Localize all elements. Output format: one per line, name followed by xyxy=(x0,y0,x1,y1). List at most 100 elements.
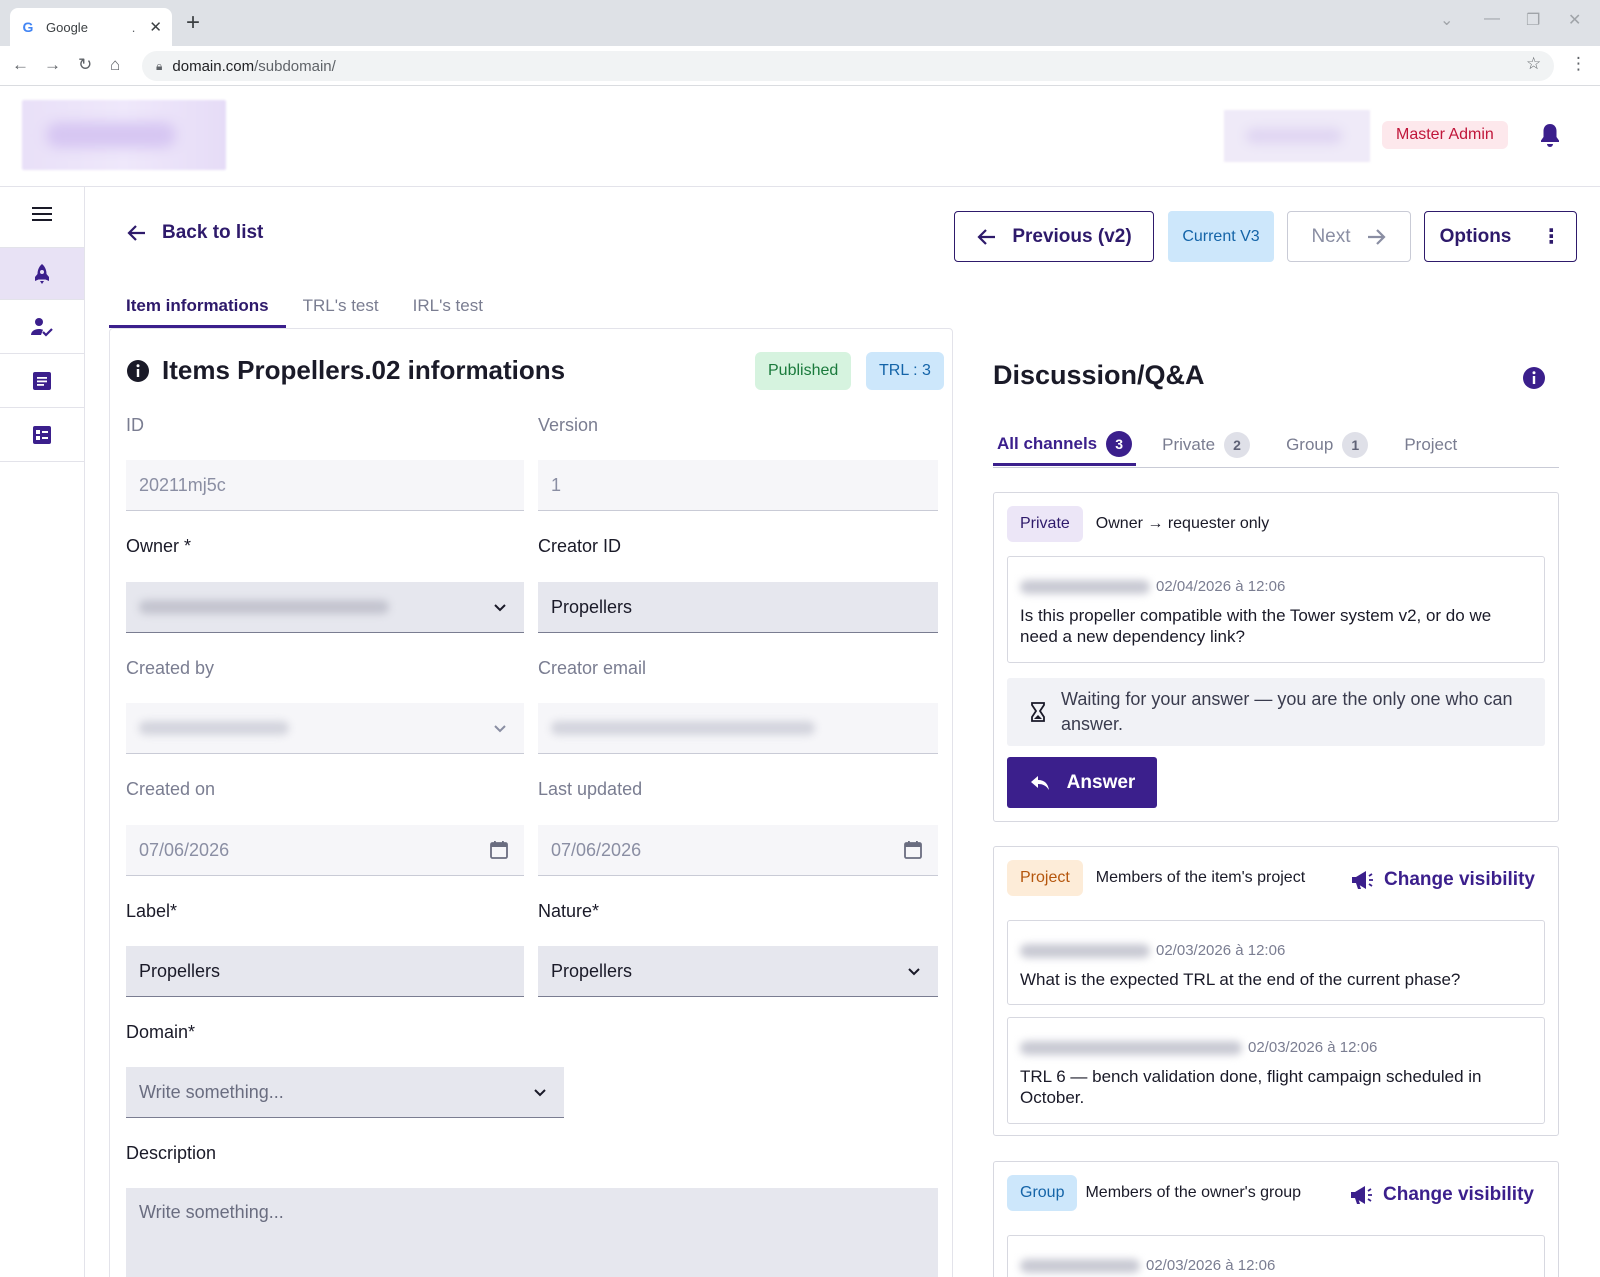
tab-item-informations[interactable]: Item informations xyxy=(109,290,286,328)
browser-tab[interactable]: G Google . ✕ xyxy=(10,8,172,46)
back-to-list-link[interactable]: Back to list xyxy=(126,222,263,244)
rail-item-checklist[interactable] xyxy=(0,409,84,462)
visibility-description: Owner → requester only xyxy=(1095,515,1270,532)
side-rail xyxy=(0,187,85,1277)
next-version-button[interactable]: Next xyxy=(1287,211,1411,262)
back-to-list-label: Back to list xyxy=(162,222,264,243)
thread-header: Project Members of the item's project xyxy=(1007,860,1305,896)
address-bar[interactable]: 🔒︎ domain.com/subdomain/ xyxy=(142,51,1554,81)
message-meta: 02/03/2026 à 12:06 xyxy=(1020,1257,1532,1274)
domain-placeholder: Write something... xyxy=(139,1081,284,1102)
thread-header: Private Owner → requester only xyxy=(1007,506,1269,542)
restore-icon[interactable]: ❐ xyxy=(1526,10,1540,30)
answer-button[interactable]: Answer xyxy=(1007,757,1157,808)
nature-select[interactable]: Propellers xyxy=(538,946,938,997)
close-window-icon[interactable]: ✕ xyxy=(1568,10,1581,30)
calendar-icon xyxy=(490,841,508,859)
waiting-notice: Waiting for your answer — you are the on… xyxy=(1007,678,1545,746)
options-label: Options xyxy=(1439,225,1512,247)
browser-tabstrip: G Google . ✕ + ⌄ — ❐ ✕ xyxy=(0,0,1600,46)
close-tab-icon[interactable]: ✕ xyxy=(149,18,162,36)
previous-version-button[interactable]: Previous (v2) xyxy=(954,211,1154,262)
browser-tab-title: Google xyxy=(46,19,88,35)
creator-email-label: Creator email xyxy=(538,658,647,678)
description-textarea[interactable]: Write something... xyxy=(126,1188,938,1277)
channel-count-badge: 3 xyxy=(1106,430,1133,457)
label-field[interactable]: Propellers xyxy=(126,946,524,997)
message-author-redacted xyxy=(1020,1258,1140,1273)
current-version-badge: Current V3 xyxy=(1168,211,1274,262)
change-visibility-button[interactable]: Change visibility xyxy=(1349,1184,1534,1206)
document-icon xyxy=(33,372,51,390)
channel-tab-label: Project xyxy=(1404,435,1458,454)
hourglass-icon xyxy=(1031,702,1045,722)
rail-item-users[interactable] xyxy=(0,301,84,354)
minimize-icon[interactable]: — xyxy=(1484,10,1500,28)
change-visibility-button[interactable]: Change visibility xyxy=(1350,869,1535,891)
info-icon[interactable] xyxy=(1522,366,1546,390)
message-meta: 02/03/2026 à 12:06 xyxy=(1020,1039,1532,1056)
arrow-right-icon xyxy=(1367,228,1386,245)
next-version-label: Next xyxy=(1311,225,1351,247)
message-date: 02/03/2026 à 12:06 xyxy=(1156,942,1286,959)
domain-label: Domain* xyxy=(126,1022,196,1042)
channel-tabs: All channels 3 Private 2 Group 1 Project xyxy=(993,424,1559,468)
owner-select[interactable] xyxy=(126,582,524,633)
arrow-left-icon xyxy=(977,228,996,245)
browser-menu-icon[interactable]: ⋮ xyxy=(1570,54,1587,74)
creator-id-field[interactable]: Propellers xyxy=(538,582,938,633)
channel-tab-all[interactable]: All channels 3 xyxy=(993,424,1137,466)
channel-count-badge: 1 xyxy=(1342,432,1369,458)
user-menu[interactable] xyxy=(1224,110,1370,162)
creator-id-value: Propellers xyxy=(551,596,633,617)
hamburger-menu-icon[interactable] xyxy=(30,203,56,225)
forward-icon[interactable]: → xyxy=(44,55,61,75)
message: 02/03/2026 à 12:06 TRL 6 — bench validat… xyxy=(1007,1017,1545,1124)
channel-tab-private[interactable]: Private 2 xyxy=(1158,424,1254,466)
nature-value: Propellers xyxy=(551,960,633,981)
visibility-chip: Project xyxy=(1007,860,1083,896)
rocket-icon xyxy=(35,263,49,284)
options-button[interactable]: Options ⋮ xyxy=(1424,211,1577,262)
bookmark-star-icon[interactable]: ☆ xyxy=(1526,54,1541,74)
created-on-label: Created on xyxy=(126,779,216,799)
creator-id-label: Creator ID xyxy=(538,536,622,556)
app-logo[interactable] xyxy=(22,100,226,170)
creator-email-value-redacted xyxy=(551,721,815,735)
reload-icon[interactable]: ↻ xyxy=(78,55,92,75)
description-label: Description xyxy=(126,1143,217,1163)
tab-trl-test[interactable]: TRL's test xyxy=(286,290,396,328)
channel-count-badge: 2 xyxy=(1224,432,1251,458)
id-field: 20211mj5c xyxy=(126,460,524,511)
message-text: TRL 6 — bench validation done, flight ca… xyxy=(1020,1067,1482,1107)
back-icon[interactable]: ← xyxy=(12,55,29,75)
chevron-down-icon xyxy=(908,968,920,976)
megaphone-icon xyxy=(1351,1186,1372,1204)
message-date: 02/03/2026 à 12:06 xyxy=(1248,1039,1378,1056)
owner-label: Owner * xyxy=(126,536,192,556)
tab-irl-test[interactable]: IRL's test xyxy=(396,290,500,328)
domain-select[interactable]: Write something... xyxy=(126,1067,564,1118)
rail-item-documents[interactable] xyxy=(0,355,84,408)
lock-icon: 🔒︎ xyxy=(156,58,163,73)
message-date: 02/03/2026 à 12:06 xyxy=(1146,1257,1276,1274)
item-info-card: Items Propellers.02 informations Publish… xyxy=(109,328,953,1277)
rail-item-items[interactable] xyxy=(0,247,84,300)
home-icon[interactable]: ⌂ xyxy=(110,55,120,75)
bell-icon[interactable] xyxy=(1538,122,1562,148)
browser-toolbar: ← → ↻ ⌂ 🔒︎ domain.com/subdomain/ ☆ ⋮ xyxy=(0,46,1600,86)
item-tabs: Item informations TRL's test IRL's test xyxy=(109,290,500,328)
created-by-value-redacted xyxy=(139,721,289,735)
tab-search-icon[interactable]: ⌄ xyxy=(1440,10,1453,30)
thread-header: Group Members of the owner's group xyxy=(1007,1175,1301,1211)
channel-tab-label: Group xyxy=(1286,435,1334,454)
label-value: Propellers xyxy=(139,960,221,981)
channel-tab-group[interactable]: Group 1 xyxy=(1282,424,1372,466)
id-value: 20211mj5c xyxy=(139,474,226,495)
creator-email-field xyxy=(538,703,938,754)
chevron-down-icon xyxy=(494,725,506,733)
channel-tab-project[interactable]: Project xyxy=(1400,424,1461,466)
created-by-label: Created by xyxy=(126,658,215,678)
calendar-icon xyxy=(904,841,922,859)
new-tab-icon[interactable]: + xyxy=(186,11,200,35)
